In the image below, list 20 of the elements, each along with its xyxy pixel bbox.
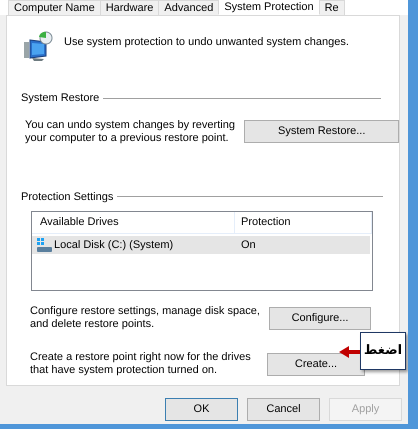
description-text: You can undo system changes by reverting your computer to a previous restore point.	[25, 118, 236, 144]
intro-text: Use system protection to undo unwanted system changes.	[64, 35, 349, 50]
group-title: Protection Settings	[21, 190, 114, 204]
drive-name: Local Disk (C:) (System)	[54, 238, 174, 253]
drive-row[interactable]: Local Disk (C:) (System) On	[32, 236, 370, 254]
action-button[interactable]: Create...	[267, 352, 365, 376]
tab[interactable]: System Protection	[218, 0, 320, 15]
description-text: Create a restore point right now for the drives that have system protection turned on.	[30, 351, 252, 377]
action-button[interactable]: OK	[165, 398, 238, 421]
column-header[interactable]: Protection	[235, 212, 372, 233]
protection-status: On	[240, 238, 256, 253]
column-header[interactable]: Available Drives	[32, 212, 235, 233]
description-text: Configure restore settings, manage disk space, and delete restore points.	[30, 305, 261, 331]
tab[interactable]: Re	[318, 0, 345, 15]
action-button[interactable]: Configure...	[269, 306, 371, 330]
action-button[interactable]: System Restore...	[244, 120, 399, 143]
action-button[interactable]: Cancel	[247, 398, 320, 421]
group-title: System Restore	[21, 91, 100, 106]
callout-label: اضغط	[360, 332, 406, 370]
tab[interactable]: Computer Name	[8, 0, 101, 15]
